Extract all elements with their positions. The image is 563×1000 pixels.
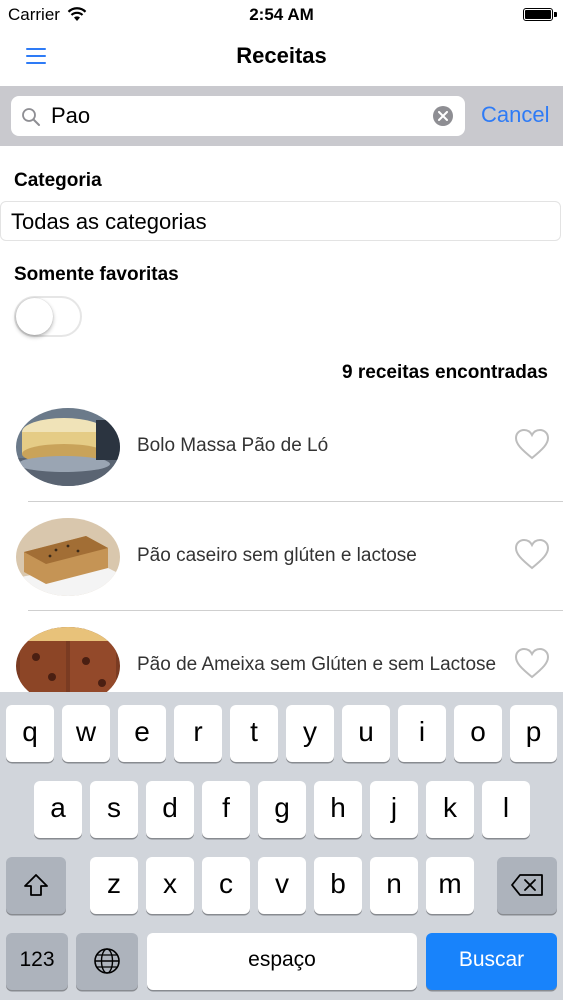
- favorite-heart-icon[interactable]: [514, 428, 550, 460]
- shift-key[interactable]: [6, 857, 66, 914]
- favorites-label: Somente favoritas: [14, 264, 179, 285]
- recipe-thumbnail: [16, 518, 120, 596]
- key-p[interactable]: p: [510, 705, 557, 762]
- search-return-key[interactable]: Buscar: [426, 933, 557, 990]
- key-d[interactable]: d: [146, 781, 194, 838]
- results-count: 9 receitas encontradas: [342, 362, 548, 383]
- favorite-heart-icon[interactable]: [514, 647, 550, 679]
- key-f[interactable]: f: [202, 781, 250, 838]
- key-i[interactable]: i: [398, 705, 446, 762]
- shift-icon: [24, 874, 48, 896]
- backspace-icon: [511, 874, 543, 896]
- key-y[interactable]: y: [286, 705, 334, 762]
- key-h[interactable]: h: [314, 781, 362, 838]
- globe-key[interactable]: [76, 933, 138, 990]
- page-title: Receitas: [236, 43, 327, 68]
- search-box[interactable]: [11, 96, 465, 136]
- key-b[interactable]: b: [314, 857, 362, 914]
- key-e[interactable]: e: [118, 705, 166, 762]
- list-divider: [28, 610, 563, 611]
- key-l[interactable]: l: [482, 781, 530, 838]
- list-divider: [28, 501, 563, 502]
- numbers-key[interactable]: 123: [6, 933, 68, 990]
- recipe-name: Bolo Massa Pão de Ló: [137, 435, 329, 456]
- key-c[interactable]: c: [202, 857, 250, 914]
- search-icon: [22, 108, 40, 126]
- status-bar: Carrier 2:54 AM: [0, 0, 563, 30]
- recipe-name: Pão caseiro sem glúten e lactose: [137, 545, 417, 566]
- key-z[interactable]: z: [90, 857, 138, 914]
- toggle-knob: [16, 298, 53, 335]
- category-label: Categoria: [14, 170, 102, 191]
- key-x[interactable]: x: [146, 857, 194, 914]
- search-input[interactable]: [51, 100, 431, 132]
- keyboard: q w e r t y u i o p a s d f g h j k l z …: [0, 692, 563, 1000]
- delete-key[interactable]: [497, 857, 557, 914]
- recipe-thumbnail: [16, 408, 120, 486]
- recipe-name: Pão de Ameixa sem Glúten e sem Lactose: [137, 654, 497, 675]
- key-k[interactable]: k: [426, 781, 474, 838]
- battery-icon: [523, 8, 557, 21]
- key-v[interactable]: v: [258, 857, 306, 914]
- key-o[interactable]: o: [454, 705, 502, 762]
- category-select[interactable]: Todas as categorias: [0, 201, 561, 241]
- favorites-toggle[interactable]: [14, 296, 82, 337]
- list-item[interactable]: Bolo Massa Pão de Ló: [0, 398, 563, 506]
- space-key[interactable]: espaço: [147, 933, 417, 990]
- key-n[interactable]: n: [370, 857, 418, 914]
- key-j[interactable]: j: [370, 781, 418, 838]
- status-time: 2:54 AM: [249, 5, 314, 24]
- cancel-button[interactable]: Cancel: [481, 102, 549, 128]
- key-s[interactable]: s: [90, 781, 138, 838]
- key-r[interactable]: r: [174, 705, 222, 762]
- key-g[interactable]: g: [258, 781, 306, 838]
- key-t[interactable]: t: [230, 705, 278, 762]
- key-w[interactable]: w: [62, 705, 110, 762]
- key-a[interactable]: a: [34, 781, 82, 838]
- favorite-heart-icon[interactable]: [514, 538, 550, 570]
- clear-search-icon[interactable]: [433, 106, 453, 126]
- list-item[interactable]: Pão caseiro sem glúten e lactose: [0, 508, 563, 616]
- key-m[interactable]: m: [426, 857, 474, 914]
- search-bar: Cancel: [0, 86, 563, 146]
- navigation-bar: Receitas: [0, 30, 563, 86]
- key-u[interactable]: u: [342, 705, 390, 762]
- globe-icon: [94, 948, 120, 974]
- key-q[interactable]: q: [6, 705, 54, 762]
